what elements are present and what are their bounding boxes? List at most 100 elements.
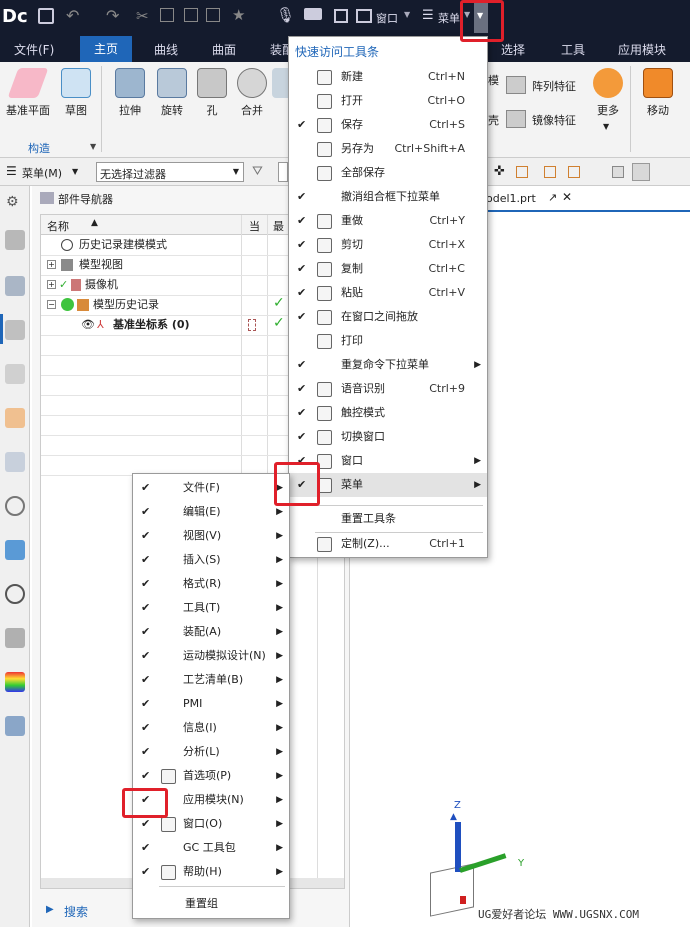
tree-row[interactable]: 历史记录建模模式: [47, 235, 237, 255]
tab-application[interactable]: 应用模块: [618, 41, 666, 58]
redo-icon[interactable]: ↷: [106, 6, 119, 25]
gear-icon[interactable]: ⚙: [6, 194, 19, 210]
quick-access-item[interactable]: ✔ 撤消组合框下拉菜单: [289, 185, 487, 209]
tab-curve[interactable]: 曲线: [154, 41, 178, 58]
snap-center-icon[interactable]: [568, 166, 580, 178]
cut-icon[interactable]: ✂: [136, 7, 149, 25]
tree-row[interactable]: + ✓ 摄像机: [47, 275, 237, 295]
column-header-latest[interactable]: 最: [273, 218, 284, 234]
hd3d-icon[interactable]: [5, 408, 25, 428]
star-icon[interactable]: ★: [232, 6, 245, 24]
quick-access-item[interactable]: ✔ 剪切 Ctrl+X: [289, 233, 487, 257]
tab-home[interactable]: 主页: [80, 36, 133, 62]
expand-icon[interactable]: +: [47, 260, 56, 269]
undo-icon[interactable]: ↶: [66, 6, 79, 25]
chevron-down-icon[interactable]: ▼: [72, 167, 78, 176]
quick-access-item[interactable]: ✔ 重做 Ctrl+Y: [289, 209, 487, 233]
snap-end-icon[interactable]: [516, 166, 528, 178]
tree-row[interactable]: 👁 ⅄ 基准坐标系 (0): [69, 315, 241, 335]
submenu-item[interactable]: ✔ 分析(L) ▶: [133, 740, 289, 764]
menu-button[interactable]: 菜单(M): [22, 165, 62, 181]
analysis-icon[interactable]: [5, 672, 25, 692]
submenu-item[interactable]: ✔ PMI ▶: [133, 692, 289, 716]
reset-toolbar-item[interactable]: 重置工具条: [289, 507, 487, 531]
tab-tools[interactable]: 工具: [561, 41, 585, 58]
submenu-item[interactable]: ✔ 插入(S) ▶: [133, 548, 289, 572]
reset-group-item[interactable]: 重置组: [133, 892, 289, 916]
drag-drop-icon[interactable]: [206, 8, 220, 22]
quick-access-item[interactable]: 新建 Ctrl+N: [289, 65, 487, 89]
info-icon[interactable]: [5, 496, 25, 516]
sketch-button[interactable]: 草图: [54, 68, 98, 118]
hole-button[interactable]: 孔: [190, 68, 234, 118]
part-navigator-icon[interactable]: [5, 230, 25, 250]
sort-ascending-icon[interactable]: ▲: [91, 218, 98, 228]
view-icon[interactable]: [612, 166, 624, 178]
quick-access-item[interactable]: ✔ 切换窗口: [289, 425, 487, 449]
submenu-item[interactable]: ✔ GC 工具包 ▶: [133, 836, 289, 860]
more-button[interactable]: 更多: [586, 68, 630, 118]
quick-access-item[interactable]: ✔ 复制 Ctrl+C: [289, 257, 487, 281]
tab-select[interactable]: 选择: [501, 41, 525, 58]
quick-access-item[interactable]: ✔ 语音识别 Ctrl+9: [289, 377, 487, 401]
chevron-down-icon[interactable]: ▼: [404, 10, 410, 19]
submenu-item[interactable]: ✔ 编辑(E) ▶: [133, 500, 289, 524]
menu-dropdown[interactable]: 菜单: [438, 10, 460, 26]
submenu-item[interactable]: ✔ 工艺清单(B) ▶: [133, 668, 289, 692]
tree-row[interactable]: + 模型视图: [47, 255, 237, 275]
mic-icon[interactable]: 🎙: [276, 6, 295, 24]
chevron-down-icon[interactable]: ▼: [603, 122, 609, 131]
expand-icon[interactable]: +: [47, 280, 56, 289]
menu-icon[interactable]: ☰: [422, 8, 434, 23]
filter-icon[interactable]: ⛛: [252, 164, 263, 179]
clock-icon[interactable]: [5, 584, 25, 604]
quick-access-item[interactable]: ✔ 在窗口之间拖放: [289, 305, 487, 329]
constraint-navigator-icon[interactable]: [5, 320, 25, 340]
chevron-right-icon[interactable]: ▶: [46, 904, 54, 915]
popout-icon[interactable]: ↗: [548, 191, 557, 204]
quick-access-item[interactable]: ✔ 粘贴 Ctrl+V: [289, 281, 487, 305]
quick-access-item[interactable]: ✔ 保存 Ctrl+S: [289, 113, 487, 137]
close-icon[interactable]: ✕: [562, 190, 572, 204]
mirror-feature-button[interactable]: 镜像特征: [532, 112, 576, 128]
eye-icon[interactable]: 👁: [81, 315, 95, 335]
customize-item[interactable]: 定制(Z)... Ctrl+1: [289, 532, 487, 556]
ribbon-partial-button[interactable]: [272, 68, 288, 102]
quick-access-item[interactable]: 另存为 Ctrl+Shift+A: [289, 137, 487, 161]
save-icon[interactable]: [38, 8, 54, 24]
chevron-down-icon[interactable]: ▼: [90, 142, 96, 151]
selection-filter-select[interactable]: 无选择过滤器 ▼: [96, 162, 244, 182]
quick-access-item[interactable]: ✔ 重复命令下拉菜单 ▶: [289, 353, 487, 377]
type-filter-select[interactable]: [278, 162, 288, 182]
role-icon[interactable]: [5, 716, 25, 736]
quick-access-item[interactable]: 打开 Ctrl+O: [289, 89, 487, 113]
submenu-item[interactable]: ✔ 装配(A) ▶: [133, 620, 289, 644]
column-header-name[interactable]: 名称: [47, 218, 69, 234]
tab-model1[interactable]: odel1.prt: [486, 192, 536, 205]
submenu-item[interactable]: ✔ 工具(T) ▶: [133, 596, 289, 620]
web-browser-icon[interactable]: [5, 452, 25, 472]
submenu-item[interactable]: ✔ 视图(V) ▶: [133, 524, 289, 548]
tab-assembly[interactable]: 装配: [270, 41, 288, 58]
pattern-feature-button[interactable]: 阵列特征: [532, 78, 576, 94]
quick-access-item[interactable]: 打印: [289, 329, 487, 353]
shaded-view-icon[interactable]: [632, 163, 650, 181]
submenu-item[interactable]: ✔ 信息(I) ▶: [133, 716, 289, 740]
submenu-item[interactable]: ✔ 运动模拟设计(N) ▶: [133, 644, 289, 668]
tab-surface[interactable]: 曲面: [212, 41, 236, 58]
globe-icon[interactable]: [5, 540, 25, 560]
tree-row[interactable]: − 模型历史记录: [47, 295, 237, 315]
copy-icon[interactable]: [160, 8, 174, 22]
snap-point-icon[interactable]: ✜: [494, 164, 505, 179]
unite-button[interactable]: 合并: [230, 68, 274, 118]
submenu-item[interactable]: ✔ 文件(F) ▶: [133, 476, 289, 500]
tools-icon[interactable]: [5, 628, 25, 648]
submenu-item[interactable]: ✔ 帮助(H) ▶: [133, 860, 289, 884]
switch-window-icon[interactable]: [334, 9, 348, 23]
window-icon[interactable]: [356, 9, 372, 23]
paste-icon[interactable]: [184, 8, 198, 22]
quick-access-item[interactable]: ✔ 触控模式: [289, 401, 487, 425]
revolve-button[interactable]: 旋转: [150, 68, 194, 118]
move-button[interactable]: 移动: [636, 68, 680, 118]
snap-mid-icon[interactable]: [544, 166, 556, 178]
